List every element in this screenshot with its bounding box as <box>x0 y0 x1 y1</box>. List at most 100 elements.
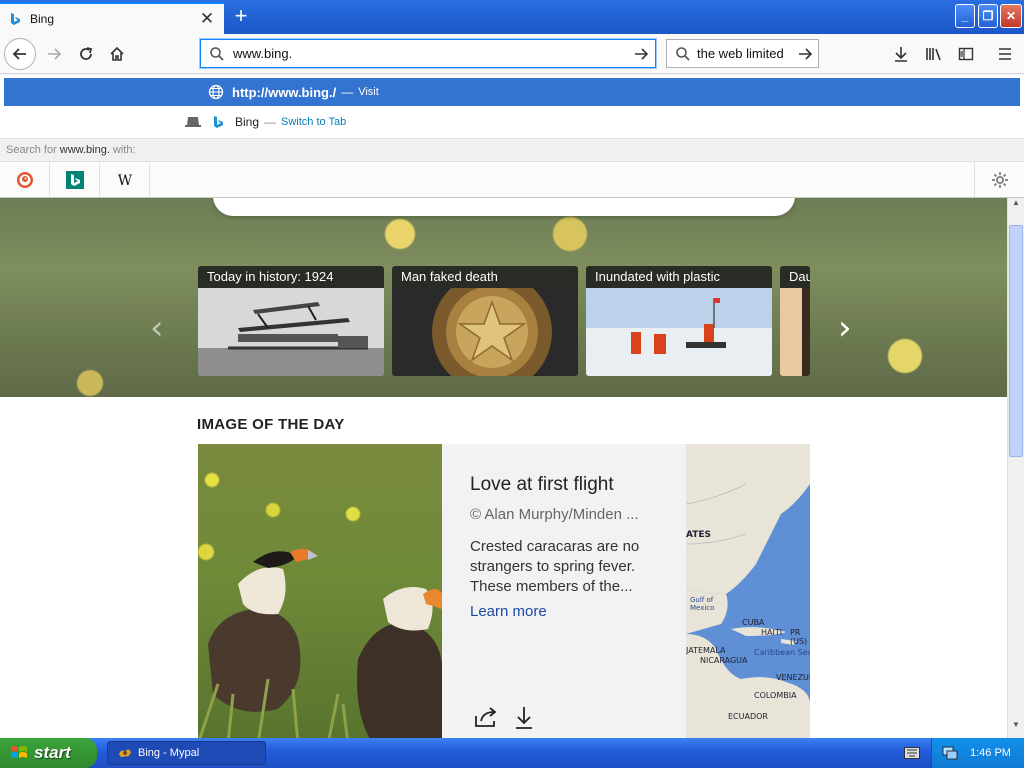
network-icon[interactable] <box>942 746 958 760</box>
card-title: Today in history: 1924 <box>198 266 384 288</box>
image-of-the-day-card: Love at first flight © Alan Murphy/Minde… <box>198 444 810 738</box>
forward-button[interactable] <box>38 38 70 70</box>
sidebar-button[interactable] <box>954 42 978 66</box>
close-window-button[interactable]: ✕ <box>1000 4 1022 28</box>
search-bar[interactable]: the web limited <box>666 39 819 68</box>
download-image-button[interactable] <box>514 706 534 733</box>
keyboard-icon[interactable] <box>904 747 920 762</box>
caracara-photo[interactable] <box>198 444 442 738</box>
map-label: CUBA <box>742 618 765 627</box>
map-label: Gulf of Mexico <box>690 596 715 612</box>
image-of-the-day-heading: IMAGE OF THE DAY <box>197 416 345 433</box>
bing-icon <box>214 116 223 128</box>
autocomplete-popup: http://www.bing./ — Visit Bing — Switch … <box>0 75 1024 198</box>
location-map[interactable]: ATES Gulf of Mexico CUBA HAITI PR (US) J… <box>686 444 810 738</box>
back-arrow-icon <box>12 48 26 60</box>
scroll-thumb[interactable] <box>1009 225 1023 457</box>
tab-close-icon[interactable]: ✕ <box>198 9 216 29</box>
navigation-toolbar: www.bing. the web limited <box>0 34 1024 74</box>
map-label: COLOMBIA <box>754 691 797 700</box>
tab-bing[interactable]: Bing ✕ <box>0 2 224 34</box>
reload-button[interactable] <box>70 38 102 70</box>
map-label: HAITI <box>761 628 783 637</box>
one-off-engines: W <box>0 162 1024 197</box>
page-content: ‹ › Today in history: 1924 Man faked dea… <box>0 198 1007 738</box>
windows-logo-icon <box>11 746 27 758</box>
iotd-title: Love at first flight <box>470 474 614 495</box>
hero-background: ‹ › Today in history: 1924 Man faked dea… <box>0 198 1007 397</box>
go-button[interactable] <box>627 46 655 62</box>
scroll-up-icon[interactable]: ▲ <box>1008 198 1024 214</box>
back-button[interactable] <box>4 38 36 70</box>
search-input[interactable]: the web limited <box>697 46 792 61</box>
map-label: JATEMALA <box>686 646 726 655</box>
menu-button[interactable] <box>993 42 1017 66</box>
search-icon <box>676 46 690 61</box>
search-query-label: www.bing. <box>59 144 110 156</box>
news-card[interactable]: Inundated with plastic <box>586 266 772 376</box>
restore-button[interactable]: ❐ <box>978 4 998 28</box>
sidebar-icon <box>958 47 974 61</box>
learn-more-link[interactable]: Learn more <box>470 603 670 620</box>
switch-to-tab-label: Switch to Tab <box>281 116 347 128</box>
start-button[interactable]: start <box>0 738 97 768</box>
home-button[interactable] <box>101 38 133 70</box>
map-label: NICARAGUA <box>700 656 748 665</box>
card-title: Dau <box>780 266 810 288</box>
marshal-badge-image <box>392 288 578 376</box>
engine-bing-button[interactable] <box>50 163 100 196</box>
ice-scientists-image <box>586 288 772 376</box>
map-label: ECUADOR <box>728 712 768 721</box>
library-icon <box>926 48 941 61</box>
downloads-button[interactable] <box>889 42 913 66</box>
library-button[interactable] <box>922 42 946 66</box>
engine-wikipedia-button[interactable]: W <box>100 163 150 196</box>
gear-icon <box>991 171 1008 188</box>
map-label: PR (US) <box>790 628 808 646</box>
svg-text:W: W <box>117 173 132 189</box>
search-go-button[interactable] <box>792 46 818 62</box>
bing-icon <box>65 170 84 189</box>
scroll-down-icon[interactable]: ▼ <box>1008 720 1024 736</box>
news-card[interactable]: Man faked death <box>392 266 578 376</box>
autocomplete-action: Visit <box>358 86 379 98</box>
clock[interactable]: 1:46 PM <box>970 747 1011 759</box>
minimize-button[interactable]: _ <box>955 4 975 28</box>
start-label: start <box>34 743 71 762</box>
reload-icon <box>80 47 93 60</box>
taskbar-item-label: Bing - Mypal <box>138 747 200 759</box>
page-scrollbar[interactable]: ▲ ▼ <box>1007 198 1024 738</box>
tab-icon <box>185 117 201 127</box>
image-of-the-day-text: Love at first flight © Alan Murphy/Minde… <box>470 474 670 620</box>
taskbar: start Bing - Mypal 1:46 PM <box>0 738 1024 768</box>
share-button[interactable] <box>474 706 500 731</box>
url-bar[interactable]: www.bing. <box>200 39 656 68</box>
news-card[interactable]: Dau <box>780 266 810 376</box>
search-settings-button[interactable] <box>974 162 1024 197</box>
iotd-description: Crested caracaras are no strangers to sp… <box>470 538 640 595</box>
carousel-next-icon[interactable]: › <box>838 308 852 348</box>
bing-search-box[interactable] <box>213 198 795 216</box>
caracara-birds-image <box>198 548 442 738</box>
go-arrow-icon <box>799 47 813 60</box>
url-input[interactable]: www.bing. <box>233 46 627 61</box>
globe-icon <box>208 84 224 100</box>
wikipedia-icon: W <box>117 173 132 189</box>
one-off-search-header: Search for www.bing. with: <box>0 138 1024 162</box>
iotd-credit: © Alan Murphy/Minden ... <box>470 506 639 523</box>
bing-icon <box>11 13 20 25</box>
autocomplete-url: http://www.bing./ <box>232 84 337 100</box>
engine-duckduckgo-button[interactable] <box>0 163 50 196</box>
autocomplete-separator: — <box>341 85 354 99</box>
search-icon <box>210 46 224 61</box>
carousel-prev-icon[interactable]: ‹ <box>150 308 164 348</box>
autocomplete-separator: — <box>264 115 277 129</box>
autocomplete-title: Bing <box>235 115 260 129</box>
news-card[interactable]: Today in history: 1924 <box>198 266 384 376</box>
tab-title: Bing <box>30 12 55 26</box>
autocomplete-visit-row[interactable]: http://www.bing./ — Visit <box>4 78 1020 106</box>
search-with-label: with: <box>112 144 136 156</box>
new-tab-button[interactable]: + <box>228 4 254 30</box>
taskbar-item-browser[interactable]: Bing - Mypal <box>107 741 266 765</box>
autocomplete-switch-tab-row[interactable]: Bing — Switch to Tab <box>0 109 1024 135</box>
